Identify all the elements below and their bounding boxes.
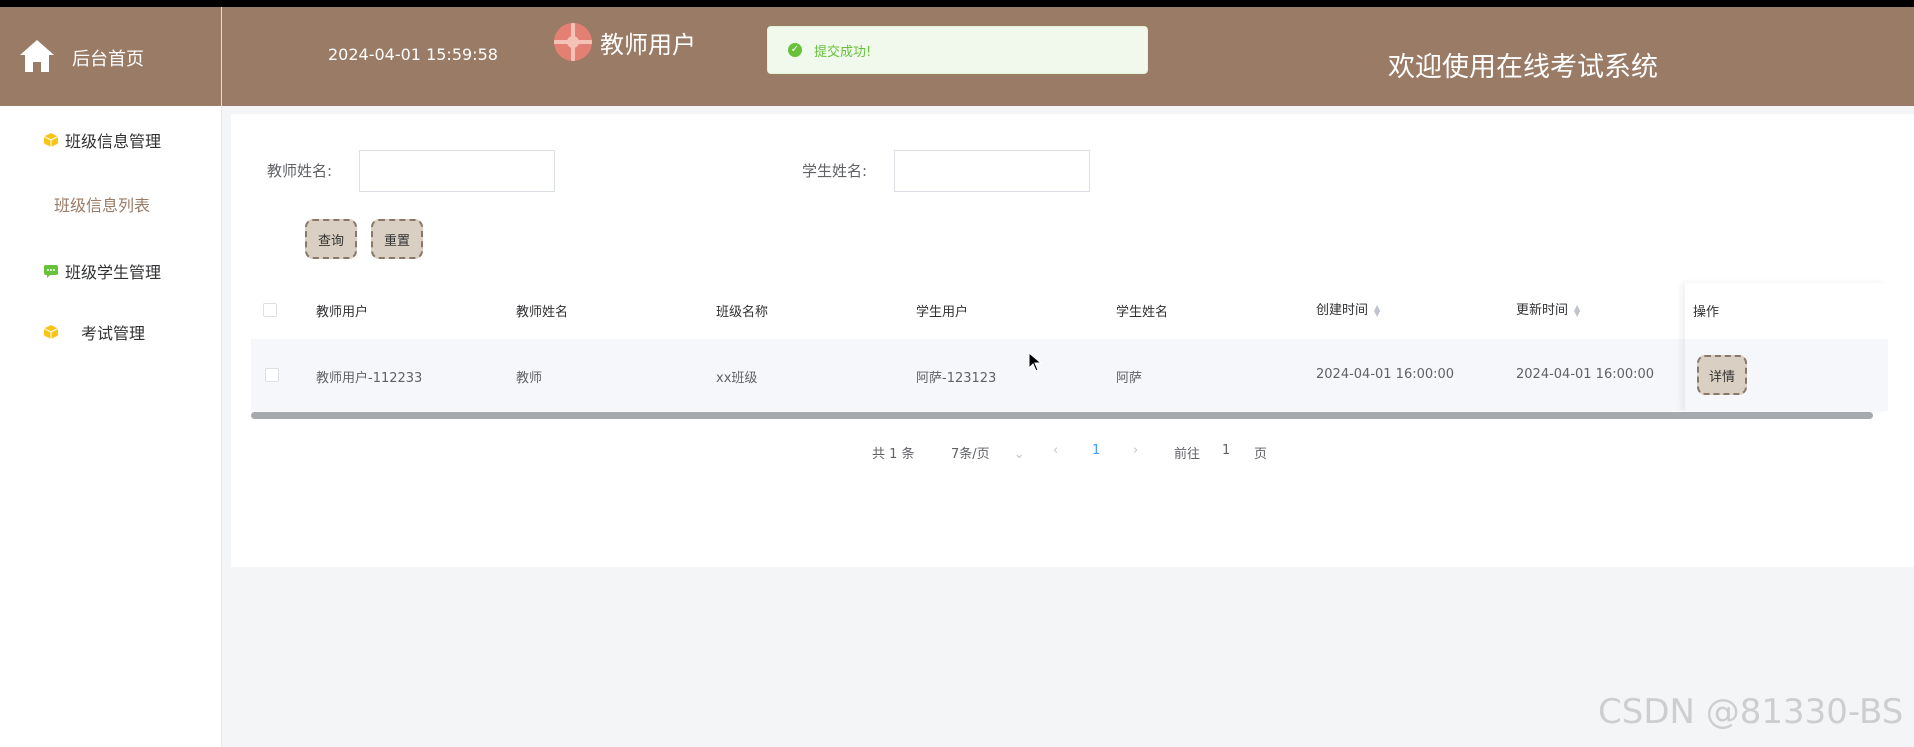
cell-teacher-name: 教师 [516, 371, 543, 386]
detail-button[interactable]: 详情 [1697, 355, 1747, 395]
query-button[interactable]: 查询 [305, 219, 357, 259]
next-page-icon[interactable]: › [1133, 443, 1138, 458]
home-icon [20, 40, 54, 72]
cell-student-user: 阿萨-123123 [916, 371, 997, 386]
column-header: 教师姓名 [516, 305, 569, 320]
role-label: 教师用户 [600, 30, 696, 59]
sort-icon[interactable]: ▲ ▼ [1574, 303, 1580, 317]
top-strip [0, 0, 1914, 7]
user-role: 教师用户 [554, 23, 696, 61]
sort-icon[interactable]: ▲ ▼ [1374, 303, 1380, 317]
column-header-label: 创建时间 [1316, 303, 1369, 318]
cell-updated-time: 2024-04-01 16:00:00 [1516, 367, 1655, 382]
success-toast: ✓ 提交成功! [767, 26, 1148, 74]
cube-icon [43, 325, 59, 339]
page-number-current[interactable]: 1 [1092, 443, 1100, 458]
welcome-title: 欢迎使用在线考试系统 [1388, 52, 1658, 83]
avatar [554, 23, 592, 61]
column-header: 教师用户 [316, 305, 369, 320]
prev-page-icon[interactable]: ‹ [1053, 443, 1058, 458]
column-header-created[interactable]: 创建时间 ▲ ▼ [1316, 299, 1380, 318]
toast-message: 提交成功! [814, 44, 872, 60]
cell-created-time: 2024-04-01 16:00:00 [1316, 367, 1455, 382]
column-header-updated[interactable]: 更新时间 ▲ ▼ [1516, 299, 1580, 318]
mouse-cursor-icon [1028, 352, 1042, 372]
cell-class-name: xx班级 [716, 371, 758, 386]
column-header: 学生用户 [916, 305, 969, 320]
home-label: 后台首页 [72, 49, 144, 70]
sidebar: 班级信息管理 班级信息列表 班级学生管理 考试管理 [0, 106, 222, 747]
horizontal-scrollbar[interactable] [251, 412, 1873, 419]
column-header: 学生姓名 [1116, 305, 1169, 320]
column-header: 班级名称 [716, 305, 769, 320]
row-checkbox[interactable] [265, 368, 279, 382]
chat-icon [44, 265, 58, 278]
reset-button[interactable]: 重置 [371, 219, 423, 259]
sidebar-item-exams[interactable]: 考试管理 [43, 320, 145, 344]
page-size-value: 7条/页 [951, 447, 990, 462]
goto-suffix: 页 [1254, 447, 1268, 462]
column-header-label: 更新时间 [1516, 303, 1569, 318]
page-size-select[interactable]: 7条/页 ⌄ [951, 443, 1025, 462]
sidebar-item-label: 考试管理 [81, 324, 146, 343]
chevron-down-icon: ⌄ [1013, 447, 1025, 462]
sidebar-item-label: 班级学生管理 [65, 263, 162, 282]
table-row: 教师用户-112233 教师 xx班级 阿萨-123123 阿萨 2024-04… [251, 339, 1888, 411]
sidebar-item-class-info[interactable]: 班级信息管理 [43, 128, 161, 152]
student-name-input[interactable] [894, 150, 1090, 192]
table-header: 教师用户 教师姓名 班级名称 学生用户 学生姓名 创建时间 ▲ ▼ 更新时间 ▲ ▼ [251, 283, 1888, 337]
column-header-operations: 操作 [1693, 305, 1720, 320]
operations-column: 操作 详情 [1685, 283, 1888, 411]
watermark: CSDN @81330-BS [1598, 692, 1904, 732]
goto-page-input[interactable]: 1 [1222, 443, 1230, 458]
sidebar-item-class-students[interactable]: 班级学生管理 [43, 259, 161, 283]
home-link[interactable]: 后台首页 [0, 7, 222, 106]
cell-teacher-user: 教师用户-112233 [316, 371, 423, 386]
student-name-label: 学生姓名: [802, 162, 868, 180]
success-check-icon: ✓ [788, 43, 802, 57]
teacher-name-input[interactable] [359, 150, 555, 192]
cube-icon [43, 133, 59, 147]
goto-prefix: 前往 [1174, 447, 1201, 462]
sidebar-subitem-class-list[interactable]: 班级信息列表 [54, 192, 150, 216]
pagination-total: 共 1 条 [872, 447, 915, 462]
select-all-checkbox[interactable] [263, 303, 277, 317]
current-datetime: 2024-04-01 15:59:58 [328, 45, 498, 64]
sidebar-item-label: 班级信息管理 [65, 132, 162, 151]
cell-student-name: 阿萨 [1116, 371, 1143, 386]
teacher-name-label: 教师姓名: [267, 162, 333, 180]
